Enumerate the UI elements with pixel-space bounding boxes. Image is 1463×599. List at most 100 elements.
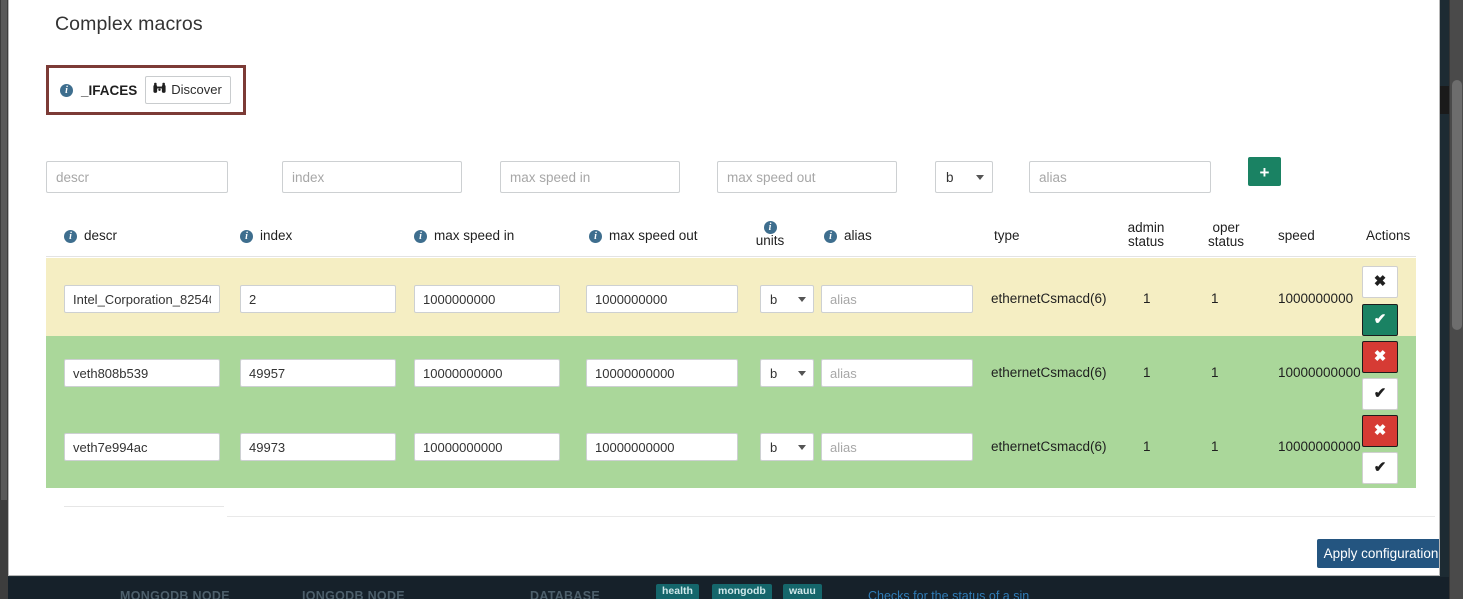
page-scrollbar-thumb[interactable] [1452, 80, 1462, 330]
row-admin-status: 1 [1143, 439, 1151, 454]
row-type: ethernetCsmacd(6) [991, 439, 1107, 454]
row-descr-input[interactable] [64, 359, 220, 387]
background-cell-0: MONGODB NODE [120, 589, 230, 599]
page-root: MONGODB NODE IONGODB NODE DATABASE healt… [0, 0, 1463, 599]
row-descr-input[interactable] [64, 433, 220, 461]
row-units-value: b [770, 439, 778, 455]
row-oper-status: 1 [1211, 439, 1219, 454]
row-max-speed-in-input[interactable] [414, 285, 560, 313]
filter-units-value: b [946, 169, 954, 185]
row-index-input[interactable] [240, 359, 396, 387]
column-header-admin-status-line2: status [1127, 234, 1165, 249]
filter-units-select[interactable]: b [935, 161, 993, 193]
filter-max-speed-out-input[interactable] [717, 161, 897, 193]
row-index-input[interactable] [240, 433, 396, 461]
info-icon: i [824, 229, 837, 243]
chevron-down-icon [976, 174, 984, 180]
macro-name: _IFACES [81, 82, 138, 98]
filter-row: b + [46, 157, 1416, 193]
column-header-alias-label: alias [844, 228, 872, 243]
row-units-select[interactable]: b [760, 359, 814, 387]
column-header-oper-status-line2: status [1207, 234, 1245, 249]
row-max-speed-out-input[interactable] [586, 359, 738, 387]
row-confirm-button[interactable]: ✔ [1362, 452, 1398, 484]
row-index-input[interactable] [240, 285, 396, 313]
row-max-speed-in-input[interactable] [414, 359, 560, 387]
left-scrollbar-thumb[interactable] [1, 0, 7, 500]
column-header-max-speed-out-label: max speed out [609, 228, 698, 243]
chevron-down-icon [798, 444, 806, 450]
row-type: ethernetCsmacd(6) [991, 291, 1107, 306]
column-header-units-label: units [755, 233, 785, 248]
row-remove-button[interactable]: ✖ [1362, 341, 1398, 373]
column-header-oper-status: oper status [1196, 221, 1256, 249]
row-confirm-button[interactable]: ✔ [1362, 378, 1398, 410]
table-header: i descr i index i max speed in i max speed o… [46, 217, 1416, 257]
row-oper-status: 1 [1211, 365, 1219, 380]
column-header-descr-label: descr [84, 228, 118, 243]
row-alias-input[interactable] [821, 359, 973, 387]
row-remove-button[interactable]: ✖ [1362, 415, 1398, 447]
row-confirm-button[interactable]: ✔ [1362, 304, 1398, 336]
row-descr-input[interactable] [64, 285, 220, 313]
table-row: b ethernetCsmacd(6) 1 1 10000000000 ✖ ✔ [46, 410, 1416, 488]
column-header-max-speed-in-label: max speed in [434, 228, 515, 243]
apply-configuration-button[interactable]: Apply configuration [1317, 539, 1439, 568]
background-cell-2: DATABASE [530, 589, 600, 599]
row-speed: 10000000000 [1278, 365, 1361, 380]
column-header-alias: i alias [824, 228, 872, 243]
footer-divider-left [64, 506, 224, 507]
row-max-speed-in-input[interactable] [414, 433, 560, 461]
column-header-max-speed-in: i max speed in [414, 228, 514, 243]
row-admin-status: 1 [1143, 291, 1151, 306]
table-body: b ethernetCsmacd(6) 1 1 1000000000 ✖ ✔ [46, 258, 1416, 488]
filter-descr-input[interactable] [46, 161, 228, 193]
background-row: MONGODB NODE IONGODB NODE DATABASE healt… [0, 577, 1463, 599]
chevron-down-icon [798, 296, 806, 302]
page-left-edge [0, 0, 8, 599]
footer-divider-right [227, 516, 1435, 517]
row-alias-input[interactable] [821, 433, 973, 461]
row-max-speed-out-input[interactable] [586, 285, 738, 313]
filter-alias-input[interactable] [1029, 161, 1211, 193]
binoculars-icon [153, 82, 166, 97]
column-header-units: i units [749, 220, 791, 248]
column-header-admin-status: admin status [1116, 221, 1176, 249]
table-row: b ethernetCsmacd(6) 1 1 1000000000 ✖ ✔ [46, 258, 1416, 336]
chevron-down-icon [798, 370, 806, 376]
column-header-type: type [994, 228, 1020, 243]
column-header-max-speed-out: i max speed out [589, 228, 698, 243]
add-row-button[interactable]: + [1248, 157, 1281, 186]
row-units-select[interactable]: b [760, 285, 814, 313]
column-header-oper-status-line1: oper [1212, 220, 1240, 235]
row-oper-status: 1 [1211, 291, 1219, 306]
row-alias-input[interactable] [821, 285, 973, 313]
filter-max-speed-in-input[interactable] [500, 161, 680, 193]
filter-index-input[interactable] [282, 161, 462, 193]
row-cancel-button[interactable]: ✖ [1362, 266, 1398, 298]
column-header-actions: Actions [1366, 228, 1411, 243]
background-cell-1: IONGODB NODE [302, 589, 405, 599]
background-tag-2: wauu [783, 584, 822, 599]
row-type: ethernetCsmacd(6) [991, 365, 1107, 380]
info-icon: i [240, 229, 253, 243]
page-scrollbar[interactable] [1449, 0, 1463, 599]
row-speed: 1000000000 [1278, 291, 1354, 306]
row-speed: 10000000000 [1278, 439, 1361, 454]
row-units-value: b [770, 291, 778, 307]
row-units-value: b [770, 365, 778, 381]
row-units-select[interactable]: b [760, 433, 814, 461]
background-tag-1: mongodb [712, 584, 772, 599]
info-icon: i [763, 220, 777, 234]
column-header-index-label: index [260, 228, 293, 243]
info-icon: i [60, 83, 73, 97]
info-icon: i [589, 229, 602, 243]
macro-highlight-box: i _IFACES Discover [46, 65, 246, 115]
column-header-descr: i descr [64, 228, 117, 243]
discover-button[interactable]: Discover [145, 76, 231, 104]
info-icon: i [414, 229, 427, 243]
row-admin-status: 1 [1143, 365, 1151, 380]
row-max-speed-out-input[interactable] [586, 433, 738, 461]
column-header-speed: speed [1278, 228, 1315, 243]
dialog-title: Complex macros [55, 13, 203, 35]
